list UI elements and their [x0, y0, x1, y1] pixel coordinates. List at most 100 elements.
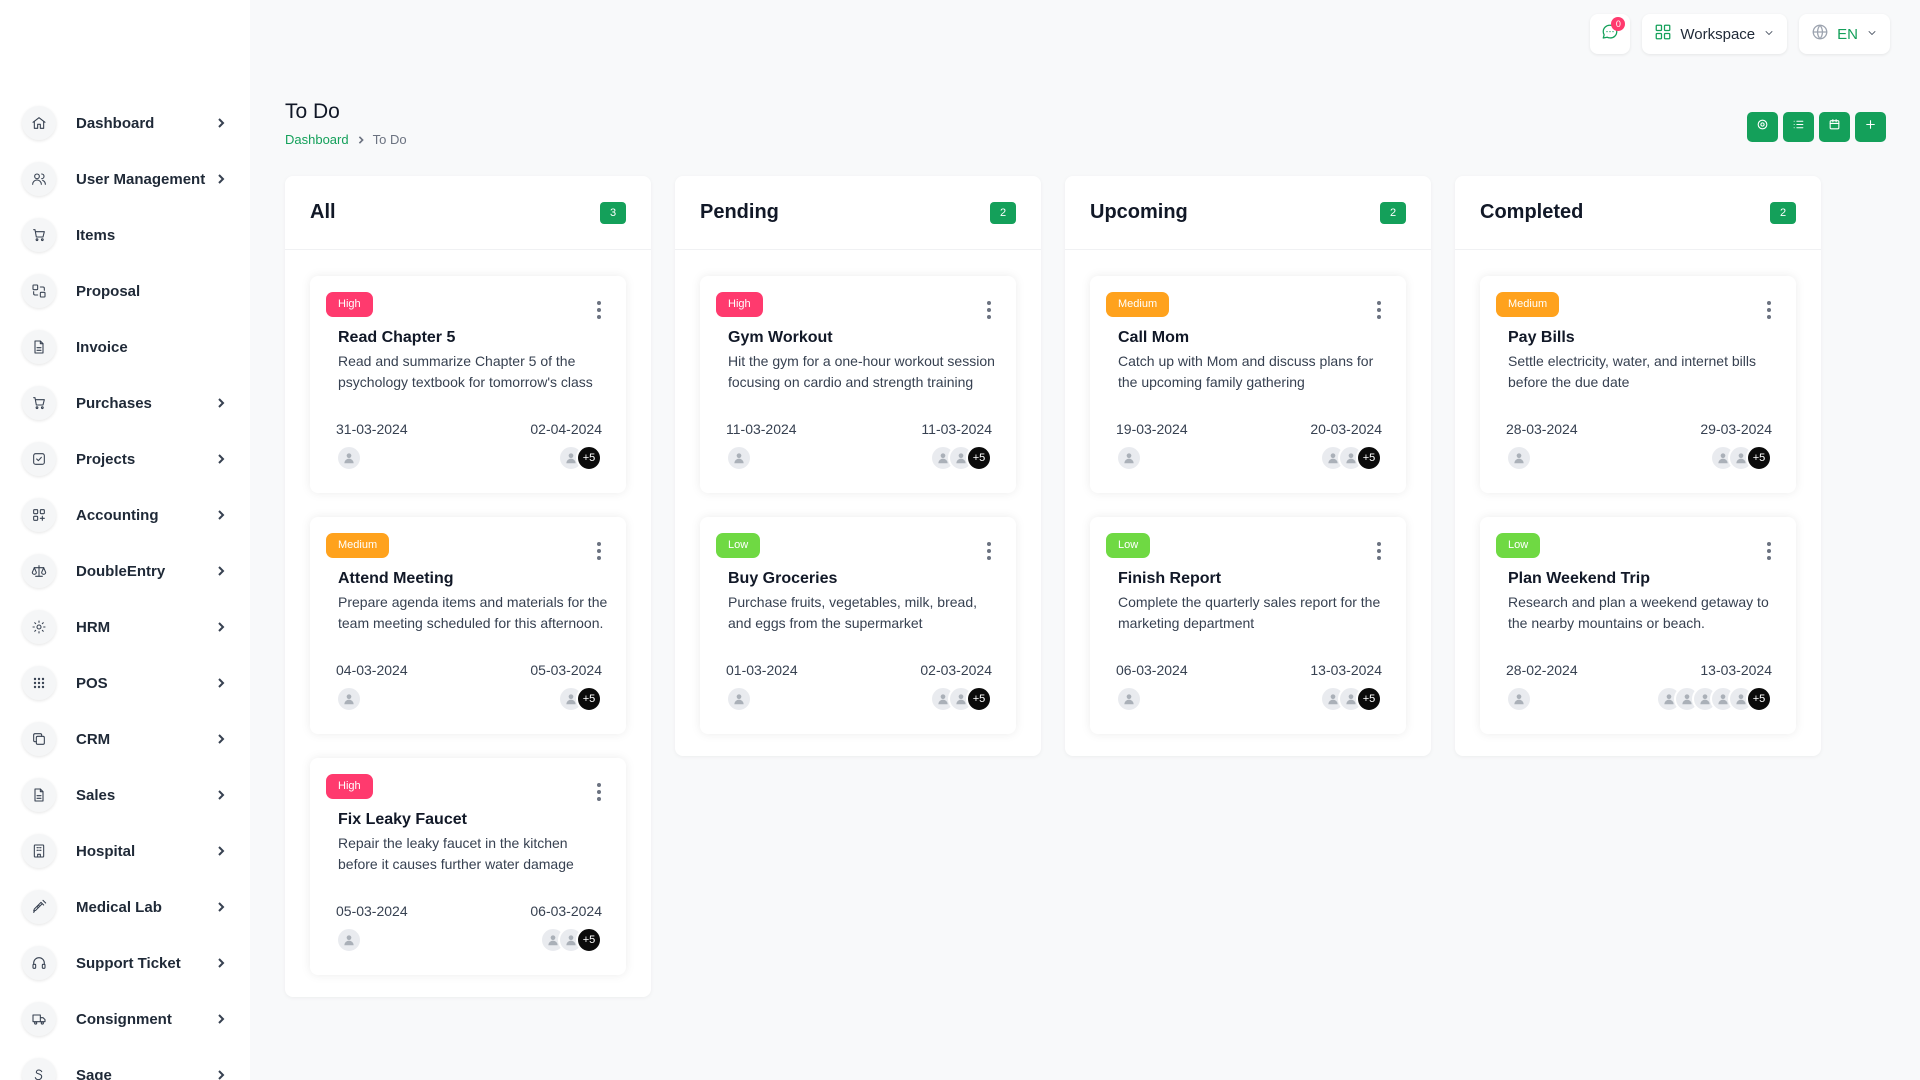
task-title: Buy Groceries: [728, 570, 838, 587]
sidebar-item-dashboard[interactable]: Dashboard: [22, 95, 236, 151]
sidebar-item-doubleentry[interactable]: DoubleEntry: [22, 543, 236, 599]
sidebar-item-items[interactable]: Items: [22, 207, 236, 263]
team-avatars: +5: [540, 927, 602, 953]
more-options-icon[interactable]: [1762, 541, 1776, 561]
column-completed: Completed 2 Medium Pay Bills Settle electric…: [1455, 176, 1821, 756]
task-card[interactable]: High Fix Leaky Faucet Repair the leaky fau…: [310, 758, 626, 975]
more-users-badge[interactable]: +5: [1356, 445, 1382, 471]
team-avatars: +5: [1320, 686, 1382, 712]
task-description: Repair the leaky faucet in the kitchen b…: [338, 835, 574, 872]
start-date: 01-03-2024: [726, 662, 798, 678]
sidebar-item-label: Items: [76, 226, 116, 244]
end-date: 11-03-2024: [921, 421, 992, 437]
sidebar-item-label: DoubleEntry: [76, 562, 166, 580]
sidebar-item-crm[interactable]: CRM: [22, 711, 236, 767]
more-options-icon[interactable]: [982, 541, 996, 561]
breadcrumb-dashboard-link[interactable]: Dashboard: [285, 132, 349, 147]
user-avatar-icon: [1506, 686, 1532, 712]
column-count-badge: 2: [1380, 201, 1406, 224]
language-dropdown[interactable]: EN: [1799, 14, 1890, 54]
task-card[interactable]: High Read Chapter 5 Read and summarize Cha…: [310, 276, 626, 493]
column-title: Upcoming: [1090, 201, 1188, 223]
task-footer: 04-03-2024 05-03-2024 +5: [326, 662, 610, 712]
more-users-badge[interactable]: +5: [1746, 445, 1772, 471]
task-card[interactable]: Medium Call Mom Catch up with Mom and disc…: [1090, 276, 1406, 493]
more-options-icon[interactable]: [1762, 300, 1776, 320]
task-card[interactable]: Low Finish Report Complete the quarterly s…: [1090, 517, 1406, 734]
sidebar-item-hrm[interactable]: HRM: [22, 599, 236, 655]
sidebar-item-projects[interactable]: Projects: [22, 431, 236, 487]
sidebar-item-invoice[interactable]: Invoice: [22, 319, 236, 375]
sidebar-item-accounting[interactable]: Accounting: [22, 487, 236, 543]
more-users-badge[interactable]: +5: [966, 445, 992, 471]
task-description: Read and summarize Chapter 5 of the psyc…: [338, 353, 593, 390]
column-header: Pending 2: [675, 176, 1041, 250]
sidebar-item-user-management[interactable]: User Management: [22, 151, 236, 207]
start-date: 04-03-2024: [336, 662, 408, 678]
chevron-right-icon: [212, 170, 230, 188]
file-icon: [22, 778, 56, 812]
task-start: 19-03-2024: [1116, 421, 1188, 471]
more-options-icon[interactable]: [1372, 300, 1386, 320]
task-card[interactable]: High Gym Workout Hit the gym for a one-hou…: [700, 276, 1016, 493]
more-options-icon[interactable]: [982, 300, 996, 320]
sidebar-item-hospital[interactable]: Hospital: [22, 823, 236, 879]
assigned-avatars: [1116, 445, 1188, 471]
sidebar-item-label: Dashboard: [76, 114, 155, 132]
user-avatar-icon: [1116, 686, 1142, 712]
sidebar-item-sales[interactable]: Sales: [22, 767, 236, 823]
sidebar-item-consignment[interactable]: Consignment: [22, 991, 236, 1047]
column-header: Completed 2: [1455, 176, 1821, 250]
more-users-badge[interactable]: +5: [1746, 686, 1772, 712]
task-end: 29-03-2024 +5: [1700, 421, 1772, 471]
more-options-icon[interactable]: [1372, 541, 1386, 561]
team-avatars: +5: [1656, 686, 1772, 712]
workspace-icon: [1654, 23, 1672, 45]
task-end: 20-03-2024 +5: [1310, 421, 1382, 471]
team-avatars: +5: [930, 445, 992, 471]
task-start: 06-03-2024: [1116, 662, 1188, 712]
checkbox-icon: [22, 442, 56, 476]
team-avatars: +5: [930, 686, 992, 712]
calendar-view-button[interactable]: [1819, 112, 1850, 142]
task-card[interactable]: Low Plan Weekend Trip Research and plan a …: [1480, 517, 1796, 734]
column-body: High Read Chapter 5 Read and summarize Cha…: [285, 250, 651, 975]
chevron-down-icon: [1763, 26, 1775, 43]
add-todo-button[interactable]: [1855, 112, 1886, 142]
file-icon: [22, 330, 56, 364]
more-users-badge[interactable]: +5: [576, 445, 602, 471]
column-pending: Pending 2 High Gym Workout Hit the gym for a…: [675, 176, 1041, 756]
more-users-badge[interactable]: +5: [576, 927, 602, 953]
task-footer: 11-03-2024 11-03-2024 +5: [716, 421, 1000, 471]
priority-badge: Medium: [326, 533, 390, 558]
start-date: 31-03-2024: [336, 421, 408, 437]
settings-view-button[interactable]: [1747, 112, 1778, 142]
sidebar-item-label: POS: [76, 674, 108, 692]
sidebar-item-medical-lab[interactable]: Medical Lab: [22, 879, 236, 935]
task-description: Purchase fruits, vegetables, milk, bread…: [728, 594, 978, 631]
list-view-button[interactable]: [1783, 112, 1814, 142]
sidebar-item-pos[interactable]: POS: [22, 655, 236, 711]
layers-icon: [22, 722, 56, 756]
sidebar-item-purchases[interactable]: Purchases: [22, 375, 236, 431]
more-options-icon[interactable]: [592, 300, 606, 320]
more-options-icon[interactable]: [592, 782, 606, 802]
sidebar-item-label: Sage: [76, 1066, 112, 1080]
task-card[interactable]: Medium Pay Bills Settle electricity, water…: [1480, 276, 1796, 493]
sidebar-item-proposal[interactable]: Proposal: [22, 263, 236, 319]
more-users-badge[interactable]: +5: [576, 686, 602, 712]
messages-button[interactable]: 0: [1590, 14, 1631, 54]
home-icon: [22, 106, 56, 140]
workspace-label: Workspace: [1680, 25, 1756, 43]
chevron-right-icon: [212, 618, 230, 636]
sidebar-item-sage[interactable]: Sage: [22, 1047, 236, 1080]
task-card[interactable]: Low Buy Groceries Purchase fruits, vegetab…: [700, 517, 1016, 734]
more-users-badge[interactable]: +5: [966, 686, 992, 712]
assigned-avatars: [726, 686, 798, 712]
task-end: 13-03-2024 +5: [1310, 662, 1382, 712]
more-options-icon[interactable]: [592, 541, 606, 561]
workspace-dropdown[interactable]: Workspace: [1642, 14, 1788, 54]
more-users-badge[interactable]: +5: [1356, 686, 1382, 712]
task-card[interactable]: Medium Attend Meeting Prepare agenda items…: [310, 517, 626, 734]
sidebar-item-support-ticket[interactable]: Support Ticket: [22, 935, 236, 991]
